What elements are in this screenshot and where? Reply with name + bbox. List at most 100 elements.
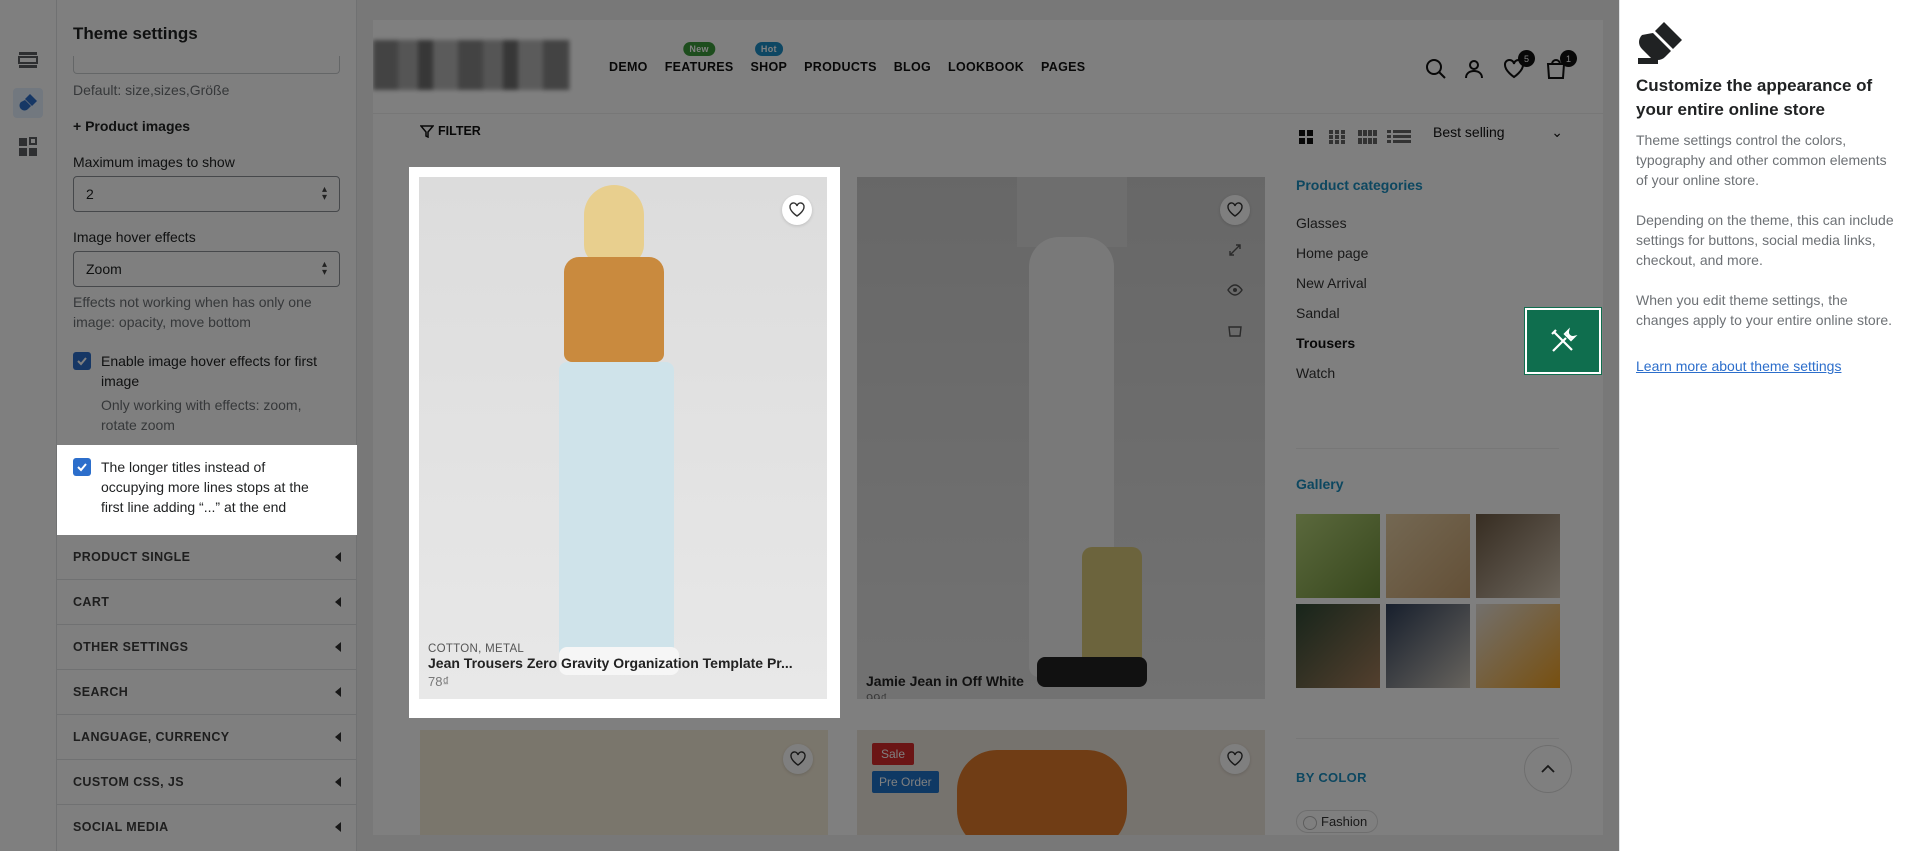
chevron-up-icon bbox=[1541, 764, 1555, 773]
wishlist-icon[interactable]: 5 bbox=[1501, 50, 1535, 82]
section-other-settings[interactable]: OTHER SETTINGS bbox=[57, 624, 356, 669]
gallery-image[interactable] bbox=[1386, 604, 1470, 688]
wishlist-heart-icon[interactable] bbox=[1220, 195, 1250, 225]
help-title: Customize the appearance of your entire … bbox=[1636, 76, 1873, 119]
sections-icon[interactable] bbox=[13, 44, 43, 74]
tools-button[interactable] bbox=[1525, 308, 1601, 374]
gallery-title: Gallery bbox=[1296, 476, 1344, 492]
max-images-select[interactable]: 2 ▴ ▾ bbox=[73, 176, 340, 212]
nav-lookbook[interactable]: LOOKBOOK bbox=[948, 60, 1024, 74]
panel-title: Theme settings bbox=[73, 24, 198, 43]
add-to-cart-icon[interactable] bbox=[1220, 315, 1250, 345]
gallery-image[interactable] bbox=[1296, 514, 1380, 598]
sort-value: Best selling bbox=[1433, 124, 1505, 140]
product-title[interactable]: Jamie Jean in Off White bbox=[866, 673, 1256, 689]
section-label: LANGUAGE, CURRENCY bbox=[73, 730, 230, 744]
size-names-field[interactable] bbox=[73, 56, 340, 74]
gallery-image[interactable] bbox=[1296, 604, 1380, 688]
nav-shop[interactable]: Hot SHOP bbox=[750, 42, 788, 74]
wrench-screwdriver-icon bbox=[1551, 327, 1578, 352]
sort-select[interactable]: Best selling ⌄ bbox=[1433, 124, 1563, 141]
gallery-image[interactable] bbox=[1476, 604, 1560, 688]
filter-label: FILTER bbox=[438, 124, 481, 138]
longer-titles-label: The longer titles instead of occupying m… bbox=[101, 459, 309, 515]
list-view-icon[interactable] bbox=[1386, 126, 1412, 148]
store-header: DEMO New FEATURES Hot SHOP PRODUCTS BLOG L… bbox=[373, 20, 1603, 114]
caret-left-icon bbox=[335, 777, 341, 787]
store-logo[interactable] bbox=[373, 40, 570, 90]
category-watch[interactable]: Watch bbox=[1296, 363, 1368, 393]
category-new-arrival[interactable]: New Arrival bbox=[1296, 273, 1368, 303]
product-meta: COTTON, METAL bbox=[428, 643, 525, 655]
quick-view-eye-icon[interactable] bbox=[1220, 275, 1250, 305]
nav-demo[interactable]: DEMO bbox=[609, 60, 648, 74]
max-images-label: Maximum images to show bbox=[73, 154, 235, 170]
longer-titles-checkbox[interactable] bbox=[73, 458, 91, 476]
enable-hover-checkbox[interactable] bbox=[73, 352, 91, 370]
product-card[interactable]: Sale Pre Order bbox=[857, 730, 1265, 835]
categories-title: Product categories bbox=[1296, 177, 1423, 193]
caret-left-icon bbox=[335, 642, 341, 652]
product-title[interactable]: Jean Trousers Zero Gravity Organization … bbox=[428, 655, 818, 671]
section-social-media[interactable]: SOCIAL MEDIA bbox=[57, 804, 356, 849]
grid-2-icon[interactable] bbox=[1293, 126, 1319, 148]
compare-icon[interactable] bbox=[1220, 235, 1250, 265]
category-home-page[interactable]: Home page bbox=[1296, 243, 1368, 273]
section-search[interactable]: SEARCH bbox=[57, 669, 356, 714]
select-arrows-icon: ▴ ▾ bbox=[321, 184, 327, 203]
category-sandal[interactable]: Sandal bbox=[1296, 303, 1368, 333]
product-image-area[interactable]: COTTON, METAL Jean Trousers Zero Gravity… bbox=[419, 177, 827, 699]
nav-label: LOOKBOOK bbox=[948, 60, 1025, 74]
product-price: 99₫ bbox=[866, 691, 888, 699]
account-icon[interactable] bbox=[1461, 56, 1487, 82]
color-option-fashion[interactable]: Fashion bbox=[1296, 810, 1379, 833]
section-language-currency[interactable]: LANGUAGE, CURRENCY bbox=[57, 714, 356, 759]
section-label: OTHER SETTINGS bbox=[73, 640, 189, 654]
nav-features[interactable]: New FEATURES bbox=[664, 42, 734, 74]
gallery-image[interactable] bbox=[1476, 514, 1560, 598]
back-to-top-button[interactable] bbox=[1524, 745, 1572, 793]
divider bbox=[1296, 738, 1559, 739]
section-custom-css-js[interactable]: CUSTOM CSS, JS bbox=[57, 759, 356, 804]
wishlist-heart-icon[interactable] bbox=[783, 744, 813, 774]
hover-effects-help: Effects not working when has only one im… bbox=[73, 294, 312, 330]
category-glasses[interactable]: Glasses bbox=[1296, 213, 1368, 243]
sale-tag: Sale bbox=[872, 743, 915, 765]
paint-brush-icon bbox=[1638, 22, 1682, 64]
nav-blog[interactable]: BLOG bbox=[894, 60, 931, 74]
grid-4-icon[interactable] bbox=[1355, 126, 1381, 148]
caret-left-icon bbox=[335, 597, 341, 607]
category-trousers[interactable]: Trousers bbox=[1296, 333, 1368, 363]
search-icon[interactable] bbox=[1423, 56, 1449, 82]
caret-left-icon bbox=[335, 822, 341, 832]
section-label: SOCIAL MEDIA bbox=[73, 820, 169, 834]
product-image-bag bbox=[1082, 547, 1142, 667]
product-price: 78₫ bbox=[428, 674, 450, 689]
filter-button[interactable]: FILTER bbox=[420, 124, 481, 138]
by-color-title: BY COLOR bbox=[1296, 770, 1367, 785]
product-card[interactable] bbox=[420, 730, 828, 835]
app-embeds-icon[interactable] bbox=[13, 132, 43, 162]
enable-hover-label: Enable image hover effects for first ima… bbox=[101, 353, 318, 389]
longer-titles-checkbox-row[interactable]: The longer titles instead of occupying m… bbox=[73, 457, 331, 517]
hot-badge: Hot bbox=[754, 42, 783, 56]
nav-label: SHOP bbox=[750, 60, 788, 74]
wishlist-heart-icon[interactable] bbox=[1220, 744, 1250, 774]
section-cart[interactable]: CART bbox=[57, 579, 356, 624]
highlighted-product-card[interactable]: COTTON, METAL Jean Trousers Zero Gravity… bbox=[409, 167, 840, 718]
section-label: CART bbox=[73, 595, 110, 609]
learn-more-link[interactable]: Learn more about theme settings bbox=[1636, 358, 1841, 374]
view-switcher bbox=[1293, 126, 1412, 148]
enable-hover-checkbox-row[interactable]: Enable image hover effects for first ima… bbox=[73, 351, 341, 391]
cart-icon[interactable]: 1 bbox=[1543, 50, 1577, 82]
hover-effects-select[interactable]: Zoom ▴ ▾ bbox=[73, 251, 340, 287]
nav-pages[interactable]: PAGES bbox=[1041, 60, 1085, 74]
wishlist-heart-icon[interactable] bbox=[782, 195, 812, 225]
grid-3-icon[interactable] bbox=[1324, 126, 1350, 148]
product-card[interactable]: Jamie Jean in Off White 99₫ bbox=[857, 177, 1265, 699]
gallery-image[interactable] bbox=[1386, 514, 1470, 598]
theme-settings-brush-icon[interactable] bbox=[13, 88, 43, 118]
section-product-single[interactable]: PRODUCT SINGLE bbox=[57, 534, 356, 579]
nav-products[interactable]: PRODUCTS bbox=[804, 60, 877, 74]
nav-label: FEATURES bbox=[664, 60, 734, 74]
